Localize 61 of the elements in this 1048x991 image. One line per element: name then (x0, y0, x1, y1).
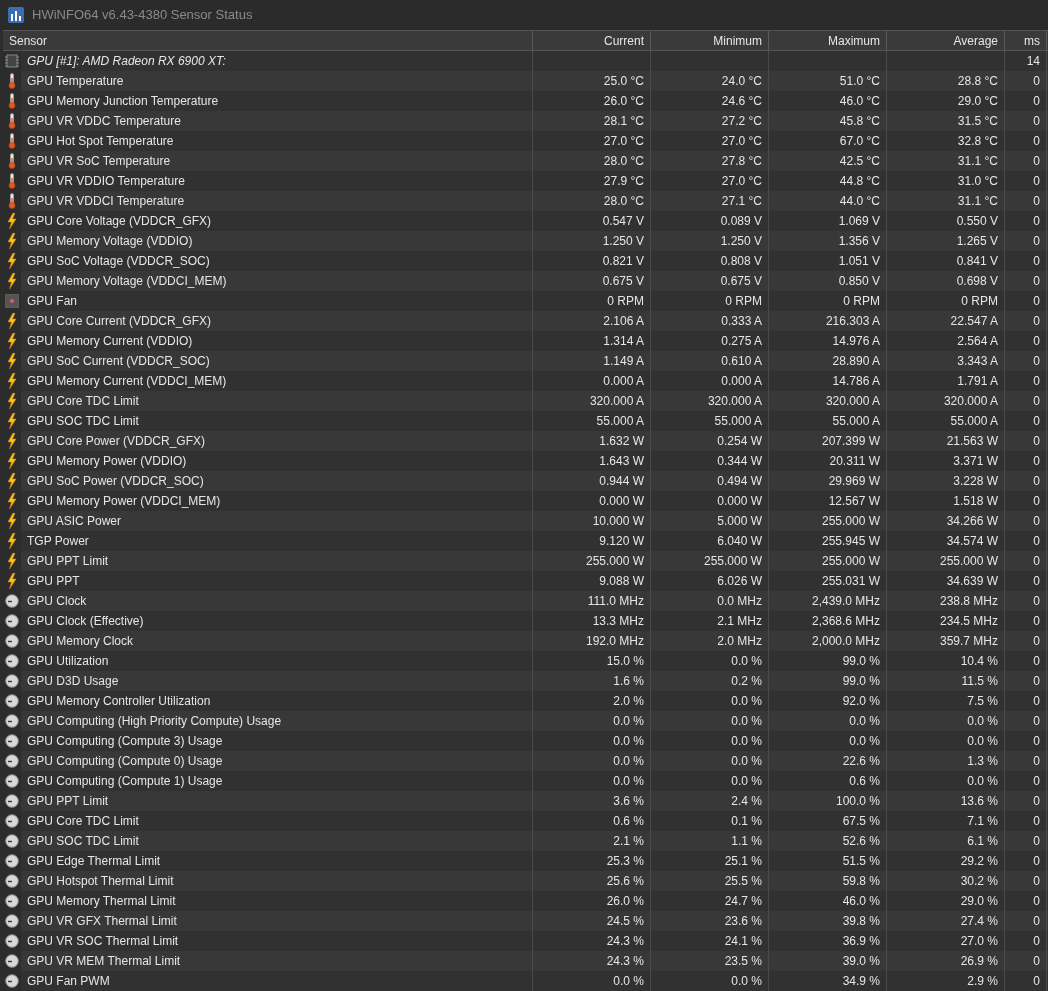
gauge-icon (5, 834, 19, 848)
gauge-icon (5, 954, 19, 968)
column-header[interactable]: ms (1005, 31, 1047, 50)
table-cell: 0.0 % (533, 971, 651, 991)
gauge-icon (5, 854, 19, 868)
thermometer-icon (8, 133, 16, 149)
table-cell: 0 (1005, 971, 1047, 991)
lightning-bolt-icon (7, 553, 17, 569)
gauge-icon (5, 914, 19, 928)
gauge-icon (5, 974, 19, 988)
lightning-bolt-icon (7, 513, 17, 529)
chip-icon (5, 54, 19, 68)
column-header[interactable]: Average (887, 31, 1005, 50)
gauge-icon (5, 874, 19, 888)
gauge-icon (5, 714, 19, 728)
table-cell: 0.0 % (651, 971, 769, 991)
thermometer-icon (8, 73, 16, 89)
lightning-bolt-icon (7, 413, 17, 429)
lightning-bolt-icon (7, 573, 17, 589)
lightning-bolt-icon (7, 453, 17, 469)
lightning-bolt-icon (7, 273, 17, 289)
table-cell[interactable]: GPU Fan PWM (3, 971, 533, 991)
lightning-bolt-icon (7, 393, 17, 409)
table-cell: 34.9 % (769, 971, 887, 991)
gauge-icon (5, 774, 19, 788)
gauge-icon (5, 754, 19, 768)
gauge-icon (5, 674, 19, 688)
lightning-bolt-icon (7, 233, 17, 249)
gauge-icon (5, 594, 19, 608)
gauge-icon (5, 614, 19, 628)
thermometer-icon (8, 173, 16, 189)
gauge-icon (5, 654, 19, 668)
app-icon (8, 7, 24, 23)
thermometer-icon (8, 113, 16, 129)
lightning-bolt-icon (7, 333, 17, 349)
column-header[interactable]: Minimum (651, 31, 769, 50)
gauge-icon (5, 694, 19, 708)
lightning-bolt-icon (7, 353, 17, 369)
gauge-icon (5, 734, 19, 748)
fan-icon (5, 294, 19, 308)
gauge-icon (5, 814, 19, 828)
table-cell: 2.9 % (887, 971, 1005, 991)
lightning-bolt-icon (7, 373, 17, 389)
column-header[interactable]: Sensor (3, 31, 533, 50)
lightning-bolt-icon (7, 433, 17, 449)
window-title: HWiNFO64 v6.43-4380 Sensor Status (32, 6, 253, 25)
thermometer-icon (8, 193, 16, 209)
gauge-icon (5, 894, 19, 908)
lightning-bolt-icon (7, 213, 17, 229)
lightning-bolt-icon (7, 533, 17, 549)
lightning-bolt-icon (7, 493, 17, 509)
gauge-icon (5, 794, 19, 808)
thermometer-icon (8, 153, 16, 169)
lightning-bolt-icon (7, 313, 17, 329)
gauge-icon (5, 934, 19, 948)
column-header[interactable]: Current (533, 31, 651, 50)
lightning-bolt-icon (7, 253, 17, 269)
thermometer-icon (8, 93, 16, 109)
lightning-bolt-icon (7, 473, 17, 489)
gauge-icon (5, 634, 19, 648)
column-header[interactable]: Maximum (769, 31, 887, 50)
